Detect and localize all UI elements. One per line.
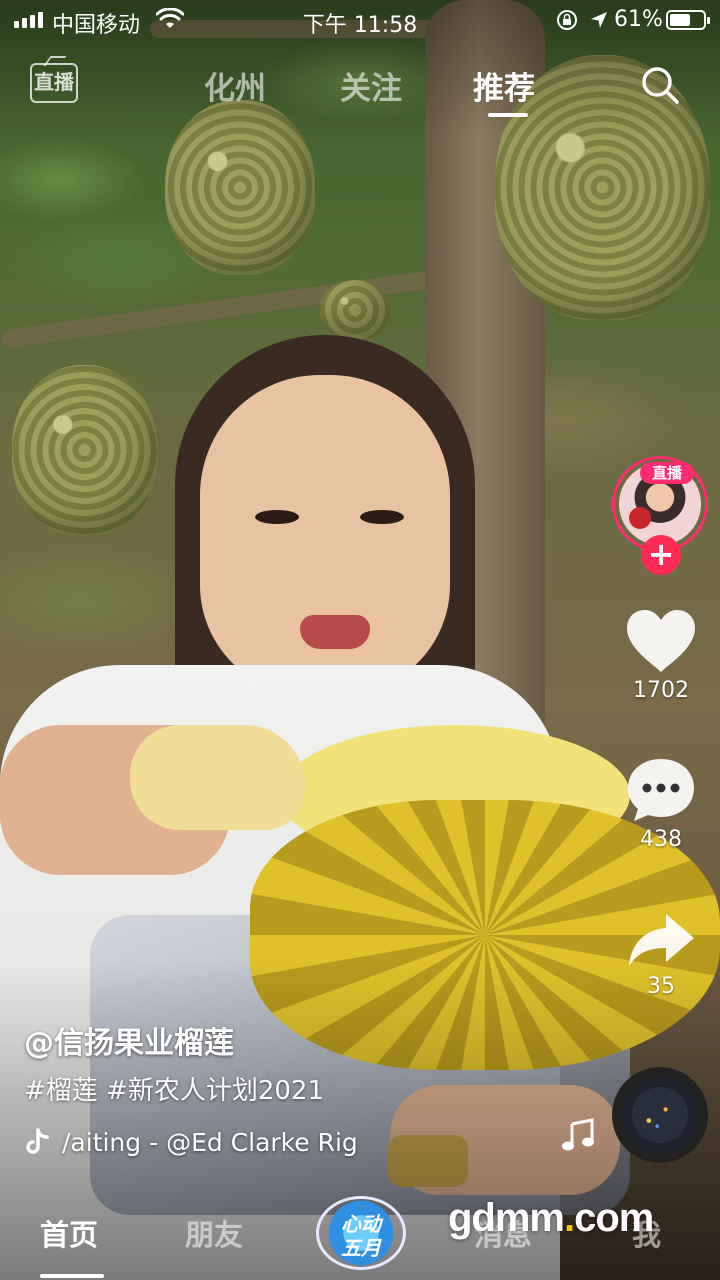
comment-icon [628, 759, 694, 821]
tab-following[interactable]: 关注 [340, 63, 402, 108]
durian-fruit [320, 280, 390, 340]
share-button[interactable]: 35 [620, 910, 702, 999]
share-arrow-icon [629, 914, 694, 966]
active-tab-indicator [488, 113, 528, 117]
top-nav: 直播 化州 关注 推荐 [0, 55, 720, 117]
tab-huazhou[interactable]: 化州 [204, 63, 266, 108]
live-badge: 直播 [640, 462, 694, 484]
live-tv-icon[interactable]: 直播 [30, 63, 78, 103]
like-count: 1702 [633, 678, 689, 703]
follow-button[interactable]: + [641, 535, 681, 575]
rotation-lock-icon [557, 10, 577, 30]
badge-line2: 五月 [341, 1236, 381, 1260]
like-button[interactable]: 1702 [620, 608, 702, 703]
share-count: 35 [647, 974, 675, 999]
heart-icon [627, 610, 695, 672]
durian-piece [130, 725, 305, 830]
battery-icon [666, 10, 710, 30]
hashtags[interactable]: #榴莲 #新农人计划2021 [24, 1070, 324, 1107]
location-arrow-icon [591, 12, 607, 28]
tiktok-logo-icon [26, 1128, 49, 1154]
nav-home[interactable]: 首页 [40, 1212, 98, 1254]
comment-button[interactable]: 438 [620, 757, 702, 852]
mouth [300, 615, 370, 649]
battery-level [670, 14, 690, 26]
create-button[interactable]: 心动 五月 [316, 1196, 406, 1270]
clock: 下午 11:58 [302, 13, 418, 38]
status-bar: 中国移动 下午 11:58 61% [0, 0, 720, 40]
battery-percent: 61% [614, 7, 663, 32]
watermark-text: gdmm.com [448, 1196, 654, 1240]
face [200, 375, 450, 695]
music-disc[interactable] [612, 1067, 708, 1163]
music-marquee[interactable]: /aiting - @Ed Clarke Rig [24, 1124, 394, 1160]
eye [360, 510, 404, 524]
eye [255, 510, 299, 524]
comment-count: 438 [640, 827, 682, 852]
search-icon[interactable] [638, 63, 682, 107]
active-nav-indicator [40, 1274, 104, 1278]
author-handle[interactable]: @信扬果业榴莲 [24, 1018, 234, 1062]
tab-recommended[interactable]: 推荐 [473, 63, 535, 108]
nav-friends[interactable]: 朋友 [185, 1212, 243, 1254]
music-title: /aiting - @Ed Clarke Rig [62, 1127, 358, 1157]
music-note-icon [562, 1118, 594, 1151]
